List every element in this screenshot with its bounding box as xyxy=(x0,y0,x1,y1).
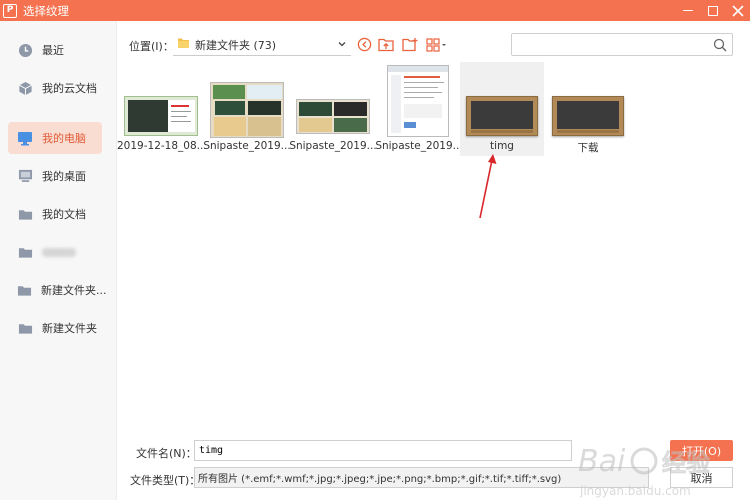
close-icon[interactable] xyxy=(732,4,744,17)
search-field[interactable] xyxy=(511,33,733,56)
folder-icon xyxy=(177,37,190,52)
app-logo-icon: P xyxy=(3,3,17,18)
sidebar-item-label: 我的桌面 xyxy=(42,170,86,183)
file-item[interactable]: 2019-12-18_08... xyxy=(117,62,205,156)
main-panel: 位置(I)： 新建文件夹 (73) 2019-12-18_08... Snipa… xyxy=(117,21,750,500)
up-folder-button[interactable] xyxy=(376,36,396,56)
back-button[interactable] xyxy=(354,36,374,56)
file-name: 下载 xyxy=(577,142,599,154)
new-folder-icon xyxy=(402,37,418,55)
search-icon[interactable] xyxy=(713,38,727,55)
file-name: Snipaste_2019... xyxy=(289,140,377,152)
chevron-down-icon xyxy=(337,39,347,52)
file-name: Snipaste_2019... xyxy=(375,140,463,152)
sidebar-item-label: 新建文件夹... xyxy=(41,284,107,297)
folder-icon xyxy=(17,244,33,260)
new-folder-button[interactable] xyxy=(400,36,420,56)
view-mode-button[interactable] xyxy=(424,36,450,56)
location-dropdown[interactable]: 新建文件夹 (73) xyxy=(173,34,351,56)
file-name: timg xyxy=(490,140,514,152)
file-thumbnail xyxy=(466,96,538,136)
file-thumbnail xyxy=(296,99,370,134)
monitor-icon xyxy=(17,130,33,146)
file-item-selected[interactable]: timg xyxy=(460,62,544,156)
window-controls xyxy=(682,0,744,21)
desktop-icon xyxy=(17,168,33,184)
sidebar-item-my-computer[interactable]: 我的电脑 xyxy=(8,122,102,154)
title-bar: P 选择纹理 xyxy=(0,0,750,21)
blurred-label xyxy=(42,247,76,257)
folder-icon xyxy=(17,320,33,336)
file-name: 2019-12-18_08... xyxy=(117,140,205,152)
file-item[interactable]: Snipaste_2019... xyxy=(375,62,463,156)
sidebar-item-label: 最近 xyxy=(42,44,64,57)
window-title: 选择纹理 xyxy=(23,3,69,18)
filename-input[interactable] xyxy=(194,440,572,461)
filename-label: 文件名(N)： xyxy=(136,447,197,460)
back-icon xyxy=(357,37,372,55)
folder-icon xyxy=(17,282,32,298)
sidebar-item-label: 我的电脑 xyxy=(42,132,86,145)
filetype-label: 文件类型(T)： xyxy=(130,474,201,487)
sidebar-item-new-folder-1[interactable]: 新建文件夹... xyxy=(8,274,107,306)
cloud-cube-icon xyxy=(17,80,33,96)
filetype-value: 所有图片 (*.emf;*.wmf;*.jpg;*.jpeg;*.jpe;*.p… xyxy=(198,474,562,485)
file-item[interactable]: 下载 xyxy=(546,62,630,156)
file-item[interactable]: Snipaste_2019... xyxy=(289,62,377,156)
maximize-icon[interactable] xyxy=(708,5,718,16)
folder-up-icon xyxy=(378,37,394,55)
file-thumbnail xyxy=(552,96,624,136)
grid-view-icon xyxy=(426,37,448,55)
cancel-button[interactable]: 取消 xyxy=(670,467,733,488)
file-thumbnail xyxy=(210,82,284,138)
file-thumbnail xyxy=(124,96,198,136)
annotation-arrow-icon xyxy=(479,154,497,219)
location-label: 位置(I)： xyxy=(129,40,174,53)
sidebar: 最近 我的云文档 我的电脑 我的桌面 我的文档 新建文件夹... 新建文件夹 xyxy=(0,21,117,500)
sidebar-item-new-folder-2[interactable]: 新建文件夹 xyxy=(8,312,102,344)
minimize-icon[interactable] xyxy=(682,5,694,17)
open-button[interactable]: 打开(O) xyxy=(670,440,733,461)
sidebar-item-recent[interactable]: 最近 xyxy=(8,34,102,66)
clock-icon xyxy=(17,42,33,58)
sidebar-item-label: 我的云文档 xyxy=(42,82,97,95)
filetype-dropdown[interactable]: 所有图片 (*.emf;*.wmf;*.jpg;*.jpeg;*.jpe;*.p… xyxy=(194,467,649,488)
search-input[interactable] xyxy=(512,34,702,55)
file-item[interactable]: Snipaste_2019... xyxy=(203,62,291,156)
sidebar-item-documents[interactable]: 我的文档 xyxy=(8,198,102,230)
location-value: 新建文件夹 (73) xyxy=(195,38,277,52)
sidebar-item-label: 新建文件夹 xyxy=(42,322,97,335)
file-thumbnail xyxy=(387,65,449,137)
sidebar-item-desktop[interactable]: 我的桌面 xyxy=(8,160,102,192)
file-name: Snipaste_2019... xyxy=(203,140,291,152)
sidebar-item-blurred[interactable] xyxy=(8,236,102,268)
sidebar-item-label: 我的文档 xyxy=(42,208,86,221)
sidebar-item-cloud-docs[interactable]: 我的云文档 xyxy=(8,72,102,104)
folder-icon xyxy=(17,206,33,222)
